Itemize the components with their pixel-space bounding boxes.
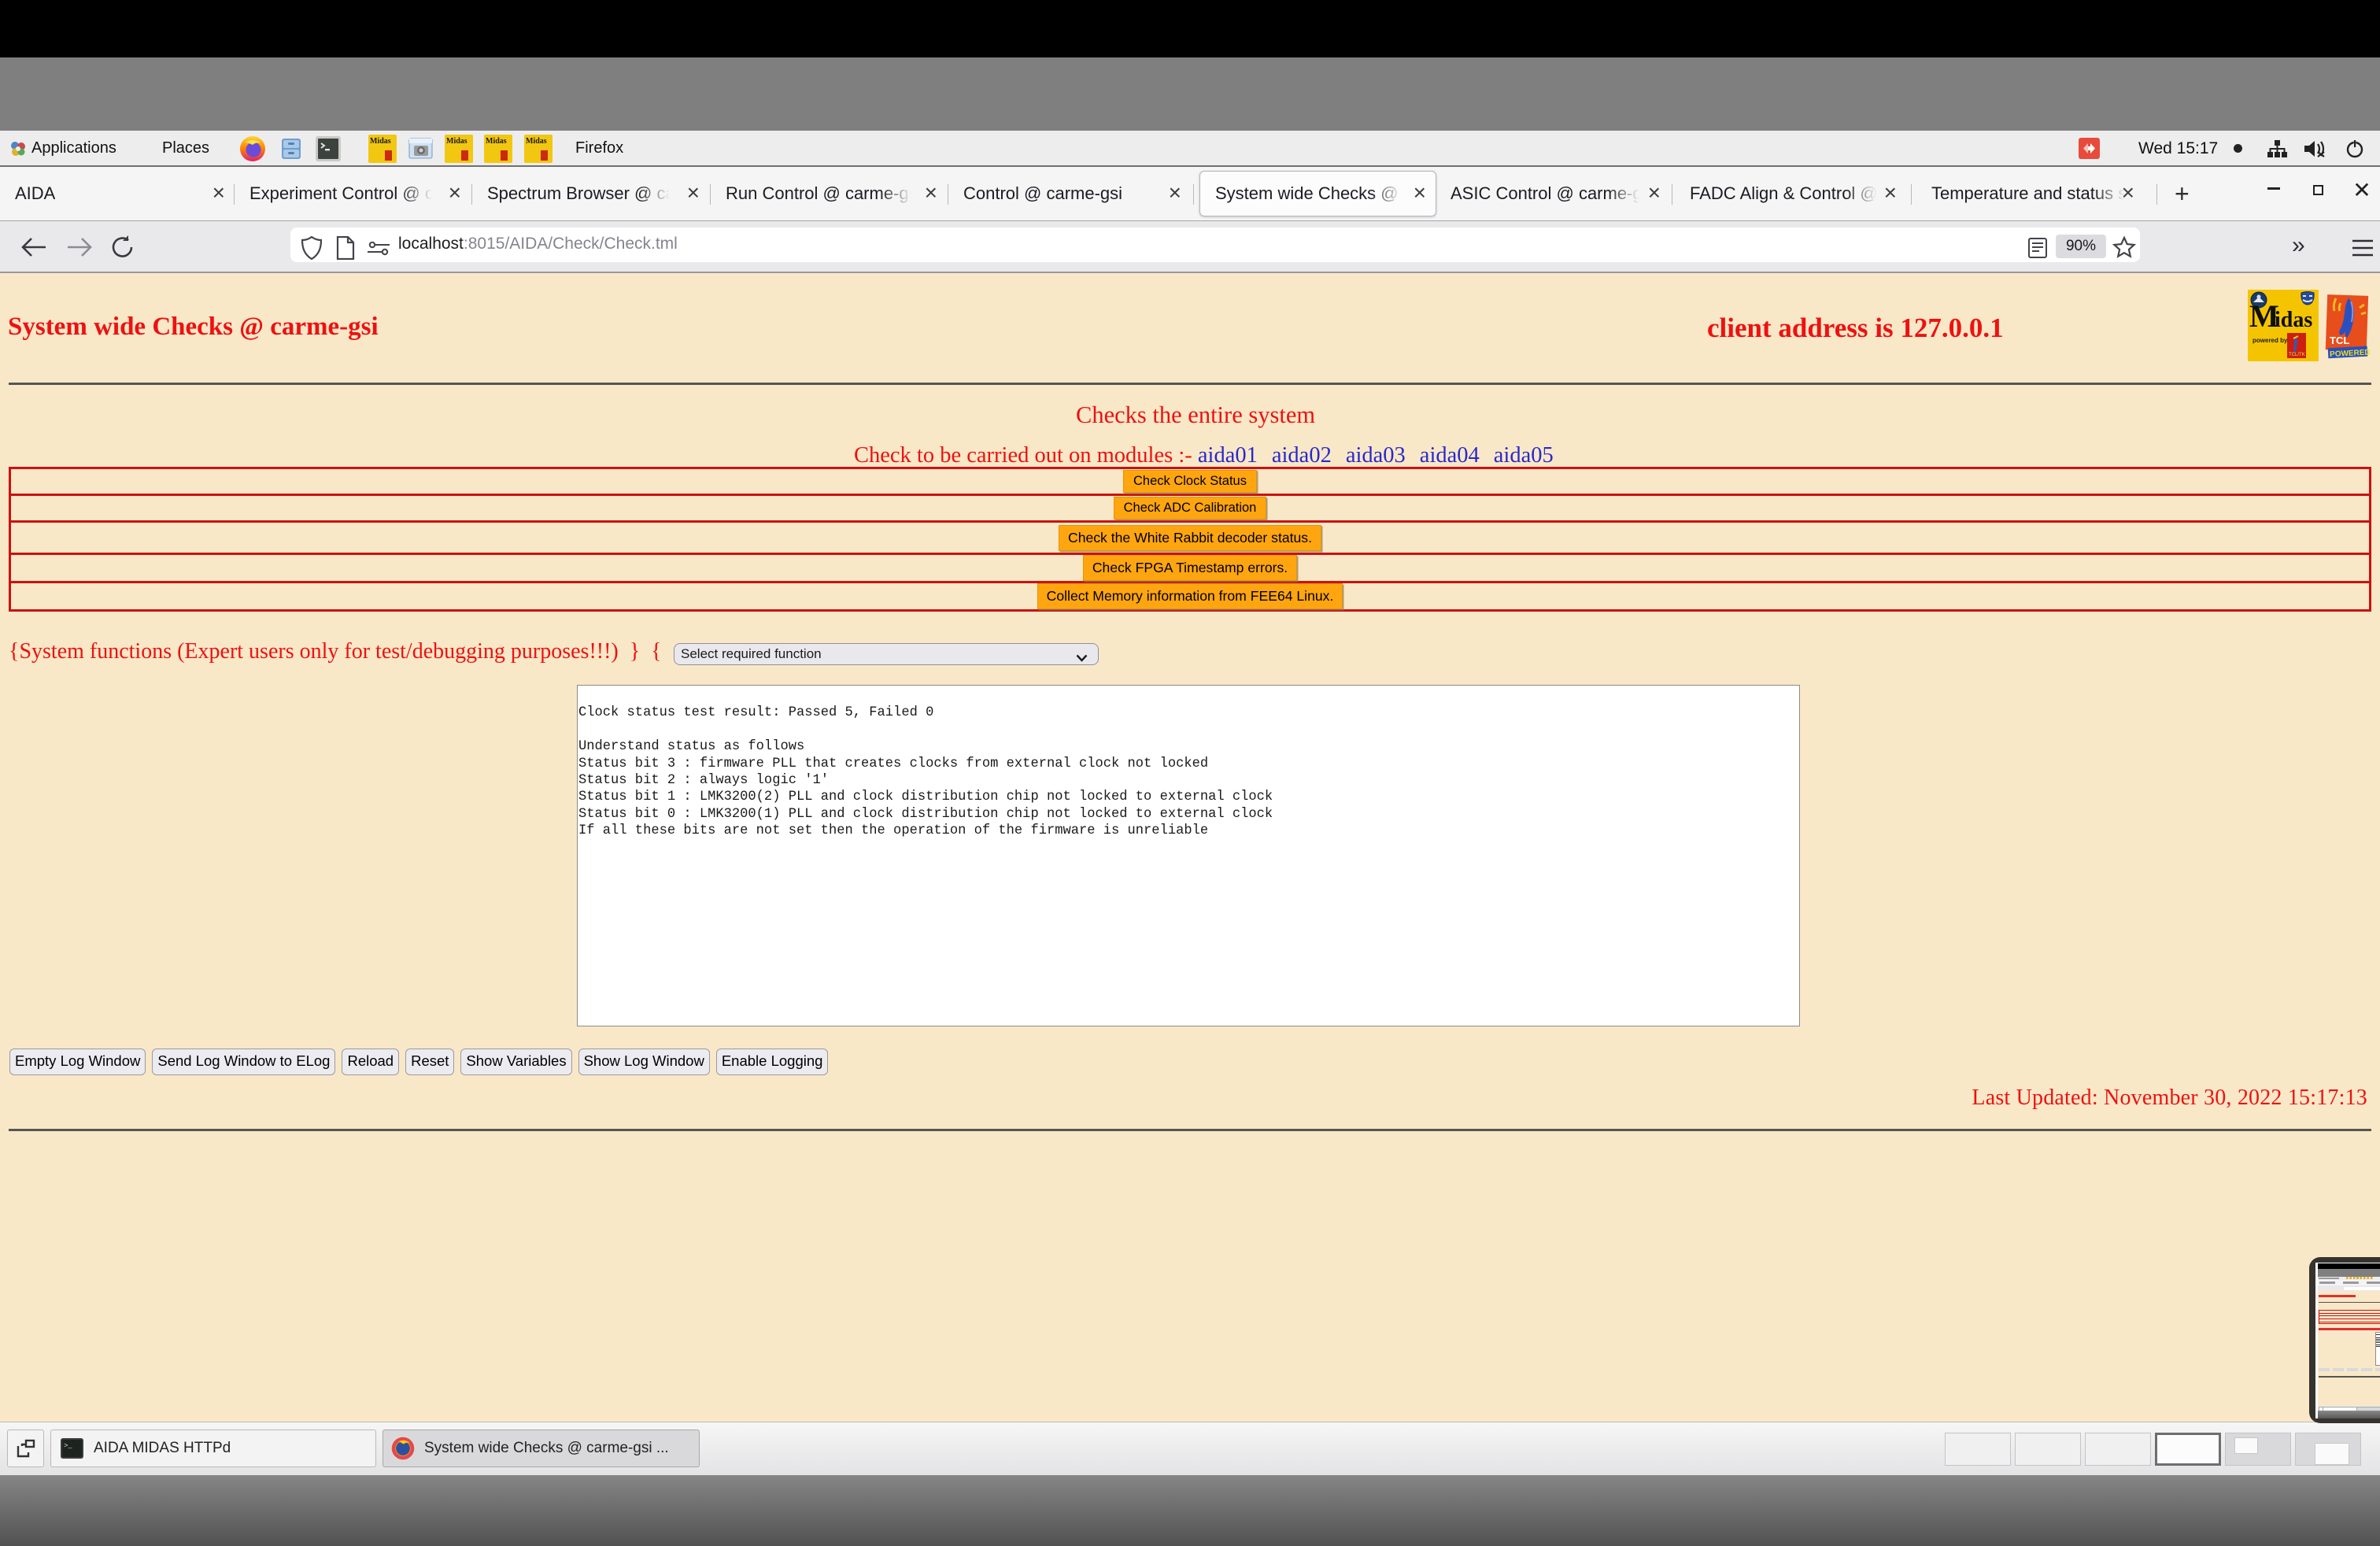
svg-text:POWERED: POWERED bbox=[2330, 348, 2370, 359]
svg-text:idas: idas bbox=[2275, 308, 2312, 332]
svg-text:>_: >_ bbox=[64, 1442, 72, 1450]
svg-text:powered by: powered by bbox=[2252, 337, 2288, 344]
svg-text:TCL: TCL bbox=[2330, 335, 2349, 346]
svg-text:TCL/TK: TCL/TK bbox=[2289, 353, 2305, 357]
